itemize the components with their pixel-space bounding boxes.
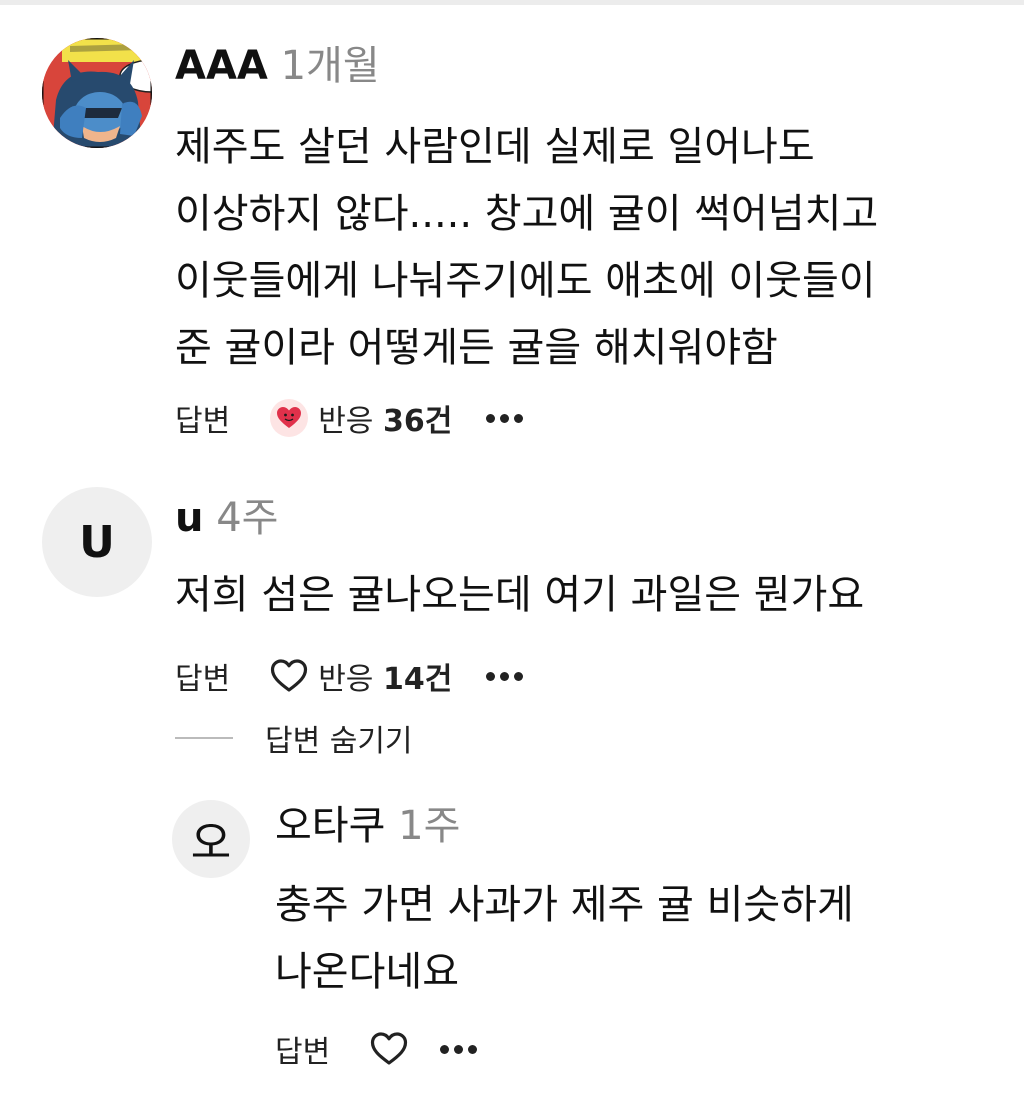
comment-line: 저희 섬은 귤나오는데 여기 과일은 뭔가요: [175, 572, 865, 618]
reaction-number: 14건: [382, 662, 453, 697]
comment-actions: 답변 반응 14건: [175, 654, 524, 698]
avatar-letter: U: [79, 516, 115, 568]
comment-body: 충주 가면 사과가 제주 귤 비슷하게 나온다네요: [275, 872, 854, 1006]
more-options-icon[interactable]: [486, 671, 524, 681]
author-name[interactable]: u: [175, 495, 203, 541]
avatar-letter: 오: [190, 818, 232, 869]
avatar[interactable]: 오: [172, 800, 250, 878]
reaction-label: 반응: [318, 662, 383, 697]
reaction-number: 36건: [382, 404, 453, 439]
comment-actions: 답변 반응 36건: [175, 396, 524, 440]
comment-meta: AAA 1개월: [175, 42, 380, 90]
hide-replies-row[interactable]: 답변 숨기기: [175, 716, 413, 760]
comment-body: 제주도 살던 사람인데 실제로 일어나도 이상하지 않다..... 창고에 귤이…: [175, 114, 878, 382]
hide-replies-label[interactable]: 답변 숨기기: [265, 716, 413, 760]
comment-time: 4주: [216, 495, 279, 541]
heart-outline-icon[interactable]: [270, 659, 308, 693]
reply-button[interactable]: 답변: [175, 396, 230, 440]
comment-line: 이상하지 않다..... 창고에 귤이 썩어넘치고: [175, 191, 879, 237]
comment-line: 준 귤이라 어떻게든 귤을 해치워야함: [175, 325, 778, 371]
reaction-label: 반응: [318, 404, 383, 439]
author-name[interactable]: AAA: [175, 43, 268, 89]
comment-actions: 답변: [275, 1027, 478, 1071]
comment-body: 저희 섬은 귤나오는데 여기 과일은 뭔가요: [175, 562, 864, 629]
reaction-count[interactable]: 반응 36건: [318, 396, 452, 440]
more-options-icon[interactable]: [440, 1044, 478, 1054]
comment-line: 이웃들에게 나눠주기에도 애초에 이웃들이: [175, 258, 876, 304]
comment-line: 나온다네요: [275, 949, 459, 995]
more-options-icon[interactable]: [486, 413, 524, 423]
top-divider: [0, 0, 1024, 5]
comment-time: 1개월: [280, 43, 380, 89]
batman-comic-avatar-icon: [42, 38, 152, 148]
reaction-count[interactable]: 반응 14건: [318, 654, 452, 698]
comment-line: 제주도 살던 사람인데 실제로 일어나도: [175, 124, 815, 170]
author-name[interactable]: 오타쿠: [275, 803, 385, 849]
hide-replies-divider: [175, 737, 233, 739]
reply-button[interactable]: 답변: [275, 1027, 330, 1071]
comment-meta: u 4주: [175, 494, 278, 542]
reply-button[interactable]: 답변: [175, 654, 230, 698]
heart-reaction-icon[interactable]: [270, 399, 309, 437]
comment-meta: 오타쿠 1주: [275, 802, 460, 850]
avatar[interactable]: U: [42, 487, 152, 597]
comment-time: 1주: [398, 803, 461, 849]
heart-outline-icon[interactable]: [370, 1032, 408, 1066]
comment-line: 충주 가면 사과가 제주 귤 비슷하게: [275, 882, 854, 928]
avatar[interactable]: [42, 38, 152, 148]
